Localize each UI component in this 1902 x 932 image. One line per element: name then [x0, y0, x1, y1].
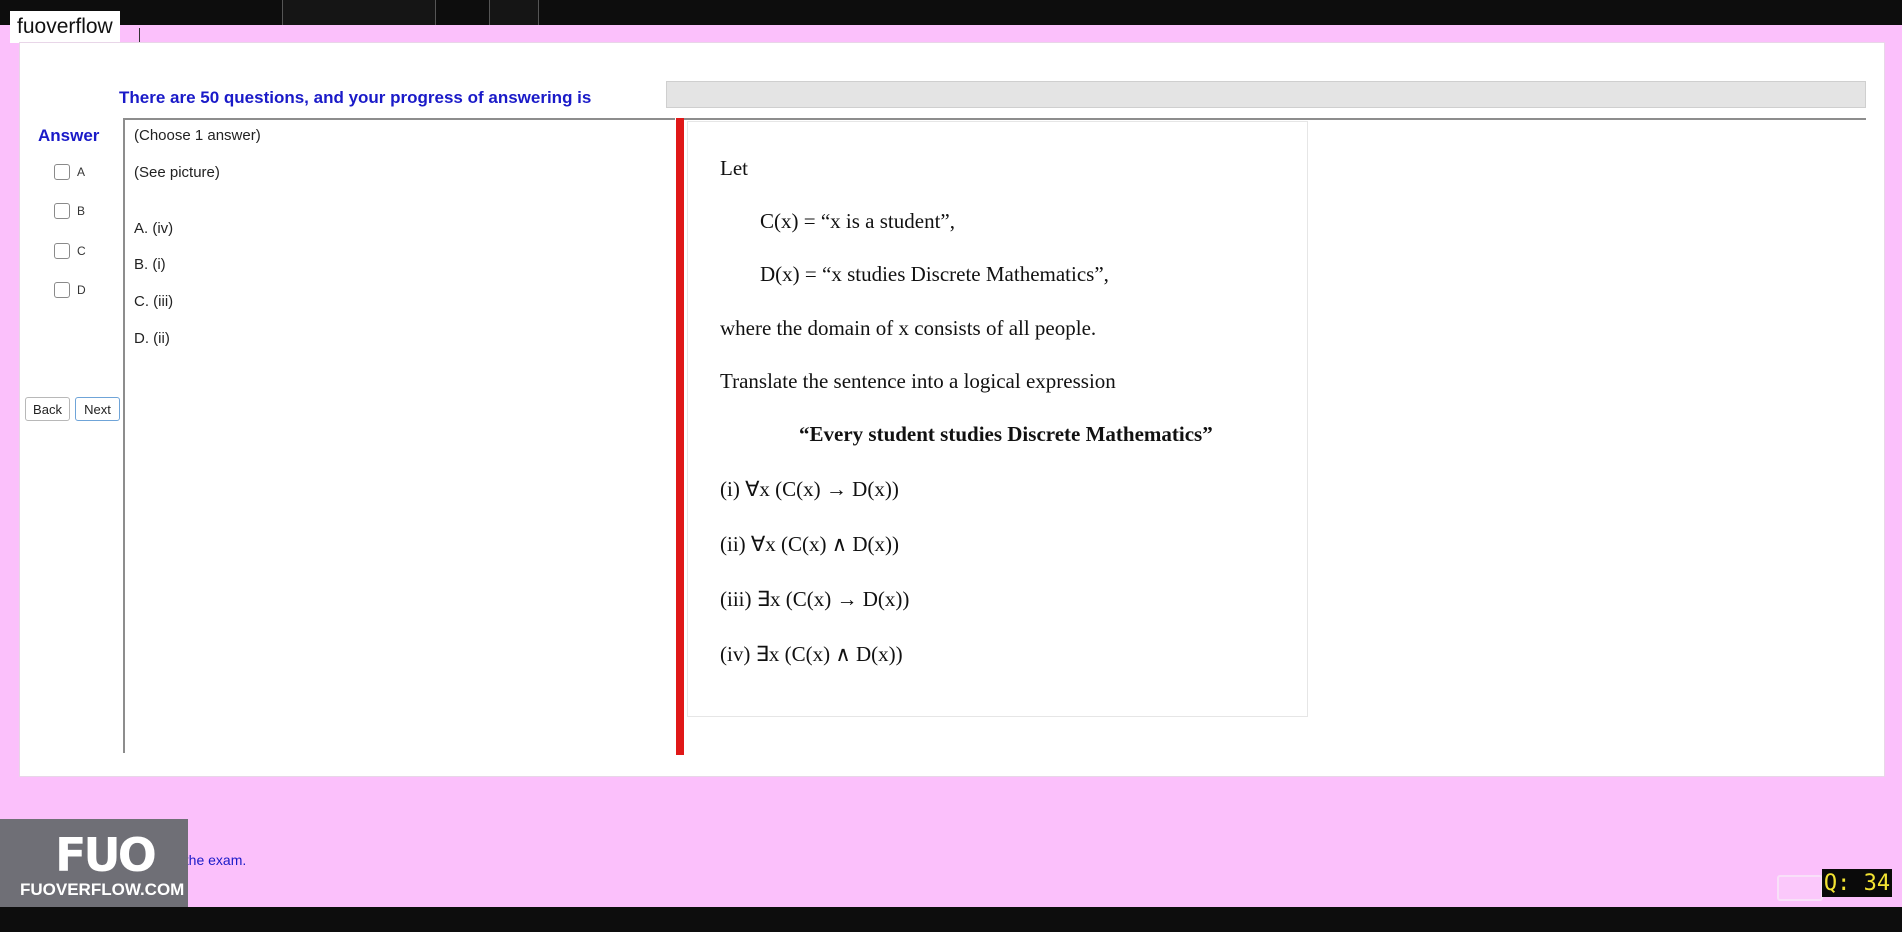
choice-c: C. (iii): [134, 293, 174, 310]
picture-line-9: (iii) ∃x (C(x) → D(x)): [720, 587, 910, 611]
logo-url: FUOVERFLOW.COM: [20, 880, 185, 899]
answer-option-c[interactable]: C: [54, 243, 86, 259]
top-input-partial: [489, 0, 539, 25]
picture-line-7: (i) ∀x (C(x) → D(x)): [720, 477, 899, 501]
answer-option-d[interactable]: D: [54, 282, 86, 298]
checkbox-b[interactable]: [54, 203, 70, 219]
bottom-bar: [0, 907, 1902, 932]
top-select-partial: [282, 0, 436, 25]
question-instruction: (Choose 1 answer): [134, 127, 261, 144]
option-b-label: B: [77, 204, 86, 218]
question-box: [123, 118, 675, 753]
picture-line-5: Translate the sentence into a logical ex…: [720, 369, 1116, 393]
option-a-label: A: [77, 165, 86, 179]
watermark-label: fuoverflow: [10, 11, 120, 43]
next-button[interactable]: Next: [75, 397, 120, 421]
progress-bar: [666, 81, 1866, 108]
question-picture: Let C(x) = “x is a student”, D(x) = “x s…: [687, 121, 1308, 717]
choice-a: A. (iv): [134, 220, 174, 237]
top-bar: [0, 0, 1902, 25]
picture-line-10: (iv) ∃x (C(x) ∧ D(x)): [720, 642, 903, 666]
counter-input-partial: [1777, 875, 1823, 901]
picture-line-4: where the domain of x consists of all pe…: [720, 316, 1097, 340]
answer-title: Answer: [38, 126, 100, 145]
answer-option-a[interactable]: A: [54, 164, 85, 180]
option-c-label: C: [77, 244, 86, 258]
picture-line-3: D(x) = “x studies Discrete Mathematics”,: [760, 262, 1109, 286]
back-button[interactable]: Back: [25, 397, 70, 421]
picture-line-8: (ii) ∀x (C(x) ∧ D(x)): [720, 532, 900, 556]
question-counter: Q: 34: [1822, 869, 1892, 897]
choice-b: B. (i): [134, 256, 166, 273]
progress-label: There are 50 questions, and your progres…: [119, 88, 592, 107]
splitter-handle[interactable]: [676, 118, 684, 755]
fuoverflow-logo: FUO FUOVERFLOW.COM: [0, 819, 188, 907]
picture-line-1: Let: [720, 156, 748, 180]
picture-line-2: C(x) = “x is a student”,: [760, 209, 955, 233]
question-hint: (See picture): [134, 164, 220, 181]
answer-option-b[interactable]: B: [54, 203, 85, 219]
logo-mark: FUO: [55, 828, 157, 882]
checkbox-a[interactable]: [54, 164, 70, 180]
choice-d: D. (ii): [134, 330, 170, 347]
checkbox-c[interactable]: [54, 243, 70, 259]
picture-line-6: “Every student studies Discrete Mathemat…: [799, 422, 1213, 446]
checkbox-d[interactable]: [54, 282, 70, 298]
option-d-label: D: [77, 283, 86, 297]
